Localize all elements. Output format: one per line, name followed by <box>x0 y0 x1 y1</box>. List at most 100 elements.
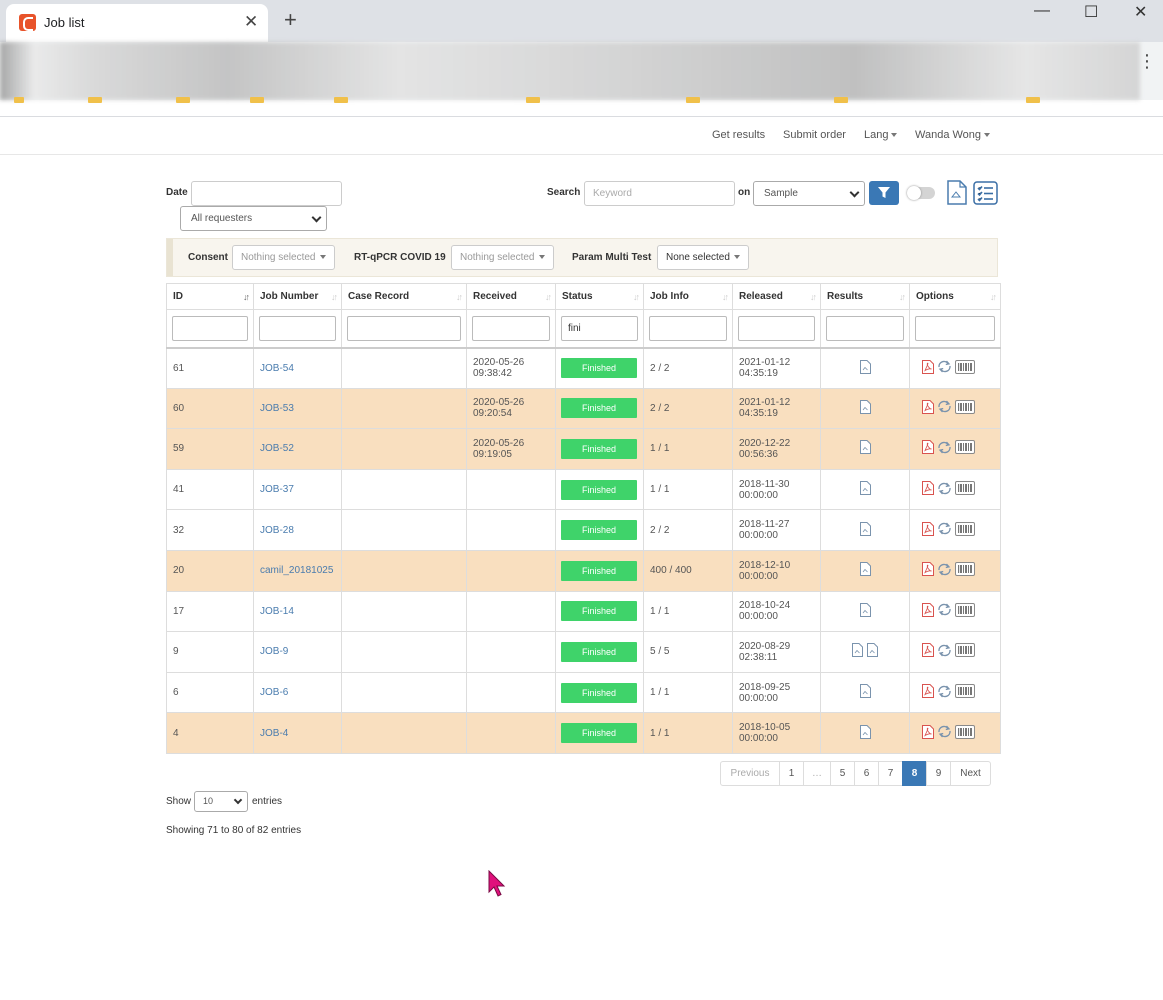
result-file-icon[interactable] <box>867 643 878 660</box>
barcode-icon[interactable] <box>955 724 975 742</box>
job-number-link[interactable]: JOB-52 <box>260 443 294 454</box>
refresh-icon[interactable] <box>937 522 952 538</box>
pagination-page-5[interactable]: 5 <box>830 761 855 786</box>
bookmark-folder-icon[interactable] <box>176 97 190 103</box>
barcode-icon[interactable] <box>955 399 975 417</box>
table-row[interactable]: 61 JOB-54 2020-05-26 09:38:42 Finished 2 / 22… <box>166 347 1001 389</box>
requesters-select[interactable]: All requesters <box>180 206 327 231</box>
barcode-icon[interactable] <box>955 481 975 498</box>
consent-multiselect[interactable]: Nothing selected <box>232 245 335 270</box>
pdf-icon[interactable] <box>922 359 934 377</box>
filter-case-record-input[interactable] <box>347 315 461 341</box>
bookmark-folder-icon[interactable] <box>250 97 264 103</box>
search-input[interactable] <box>584 181 735 206</box>
pagination-page-7[interactable]: 7 <box>878 761 903 786</box>
pagination-page-1[interactable]: 1 <box>779 761 804 786</box>
result-file-icon[interactable] <box>859 440 871 457</box>
col-options-header[interactable]: Options ↓↑ <box>909 283 1001 310</box>
job-number-link[interactable]: JOB-53 <box>260 403 294 414</box>
param-multi-test-multiselect[interactable]: None selected <box>657 245 749 270</box>
bookmark-folder-icon[interactable] <box>834 97 848 103</box>
pagination-next[interactable]: Next <box>950 761 991 786</box>
barcode-icon[interactable] <box>955 562 975 579</box>
barcode-icon[interactable] <box>955 643 975 660</box>
browser-tab[interactable]: Job list ✕ <box>6 4 268 42</box>
refresh-icon[interactable] <box>937 563 952 579</box>
job-number-link[interactable]: camil_20181025 <box>260 565 333 576</box>
filter-button[interactable] <box>869 181 899 205</box>
refresh-icon[interactable] <box>937 441 952 457</box>
col-job-info-header[interactable]: Job Info ↓↑ <box>643 283 733 310</box>
refresh-icon[interactable] <box>937 685 952 701</box>
pagination-page-8[interactable]: 8 <box>902 761 927 786</box>
nav-submit-order[interactable]: Submit order <box>783 129 846 141</box>
pagination-previous[interactable]: Previous <box>720 761 780 786</box>
nav-get-results[interactable]: Get results <box>712 129 765 141</box>
filter-id-input[interactable] <box>172 315 248 341</box>
result-file-icon[interactable] <box>859 481 871 498</box>
table-row[interactable]: 6 JOB-6 Finished 1 / 1 2018-09-25 00:00:00 <box>166 671 1001 714</box>
bookmark-folder-icon[interactable] <box>334 97 348 103</box>
covid-multiselect[interactable]: Nothing selected <box>451 245 554 270</box>
filter-status-input[interactable] <box>561 315 638 341</box>
result-file-icon[interactable] <box>859 724 871 742</box>
bookmark-folder-icon[interactable] <box>1026 97 1040 103</box>
pagination-page-6[interactable]: 6 <box>854 761 879 786</box>
pdf-icon[interactable] <box>922 399 934 417</box>
filter-options-input[interactable] <box>915 315 995 341</box>
export-file-icon[interactable] <box>947 180 967 210</box>
refresh-icon[interactable] <box>937 644 952 660</box>
table-row[interactable]: 4 JOB-4 Finished 1 / 1 2018-10-05 00:00:00 <box>166 712 1001 754</box>
pdf-icon[interactable] <box>922 602 934 620</box>
barcode-icon[interactable] <box>955 359 975 377</box>
nav-lang-dropdown[interactable]: Lang <box>864 129 897 141</box>
table-row[interactable]: 20 camil_20181025 Finished 400 / 400 2018-12… <box>166 549 1001 592</box>
col-job-number-header[interactable]: Job Number ↓↑ <box>253 283 342 310</box>
job-number-link[interactable]: JOB-54 <box>260 363 294 374</box>
table-row[interactable]: 32 JOB-28 Finished 2 / 2 2018-11-27 00:00:00 <box>166 509 1001 551</box>
filter-received-input[interactable] <box>472 315 550 341</box>
maximize-icon[interactable]: ☐ <box>1084 2 1098 22</box>
table-row[interactable]: 9 JOB-9 Finished 5 / 5 2020-08-29 02:38:11 <box>166 631 1001 673</box>
bookmark-folder-icon[interactable] <box>526 97 540 103</box>
view-toggle[interactable] <box>907 186 935 200</box>
result-file-icon[interactable] <box>859 359 871 377</box>
pdf-icon[interactable] <box>922 521 934 539</box>
job-number-link[interactable]: JOB-14 <box>260 606 294 617</box>
table-row[interactable]: 41 JOB-37 Finished 1 / 1 2018-11-30 00:00:00 <box>166 468 1001 511</box>
result-file-icon[interactable] <box>859 521 871 539</box>
job-number-link[interactable]: JOB-6 <box>260 687 288 698</box>
job-number-link[interactable]: JOB-37 <box>260 484 294 495</box>
col-released-header[interactable]: Released ↓↑ <box>732 283 821 310</box>
pdf-icon[interactable] <box>922 724 934 742</box>
window-close-icon[interactable]: ✕ <box>1134 2 1147 22</box>
page-length-select[interactable]: 10 <box>194 791 248 812</box>
table-row[interactable]: 17 JOB-14 Finished 1 / 1 2018-10-24 00:00:00 <box>166 590 1001 633</box>
minimize-icon[interactable]: — <box>1034 2 1050 20</box>
barcode-icon[interactable] <box>955 602 975 620</box>
bookmark-folder-icon[interactable] <box>686 97 700 103</box>
col-status-header[interactable]: Status ↓↑ <box>555 283 644 310</box>
date-input[interactable] <box>191 181 342 206</box>
result-file-icon[interactable] <box>859 602 871 620</box>
result-file-icon[interactable] <box>852 643 863 660</box>
filter-released-input[interactable] <box>738 315 815 341</box>
column-list-icon[interactable] <box>973 181 998 210</box>
browser-menu-icon[interactable]: ⋮ <box>1138 52 1156 70</box>
pdf-icon[interactable] <box>922 481 934 498</box>
barcode-icon[interactable] <box>955 521 975 539</box>
result-file-icon[interactable] <box>859 562 871 579</box>
search-field-select[interactable]: Sample <box>753 181 865 206</box>
job-number-link[interactable]: JOB-4 <box>260 728 288 739</box>
nav-user-dropdown[interactable]: Wanda Wong <box>915 129 990 141</box>
pdf-icon[interactable] <box>922 562 934 579</box>
bookmark-folder-icon[interactable] <box>88 97 102 103</box>
job-number-link[interactable]: JOB-9 <box>260 646 288 657</box>
table-row[interactable]: 59 JOB-52 2020-05-26 09:19:05 Finished 1 / 12… <box>166 428 1001 470</box>
job-number-link[interactable]: JOB-28 <box>260 525 294 536</box>
table-row[interactable]: 60 JOB-53 2020-05-26 09:20:54 Finished 2 / 22… <box>166 387 1001 430</box>
filter-job-info-input[interactable] <box>649 315 727 341</box>
pdf-icon[interactable] <box>922 440 934 457</box>
refresh-icon[interactable] <box>937 360 952 376</box>
tab-close-icon[interactable]: ✕ <box>244 12 258 32</box>
